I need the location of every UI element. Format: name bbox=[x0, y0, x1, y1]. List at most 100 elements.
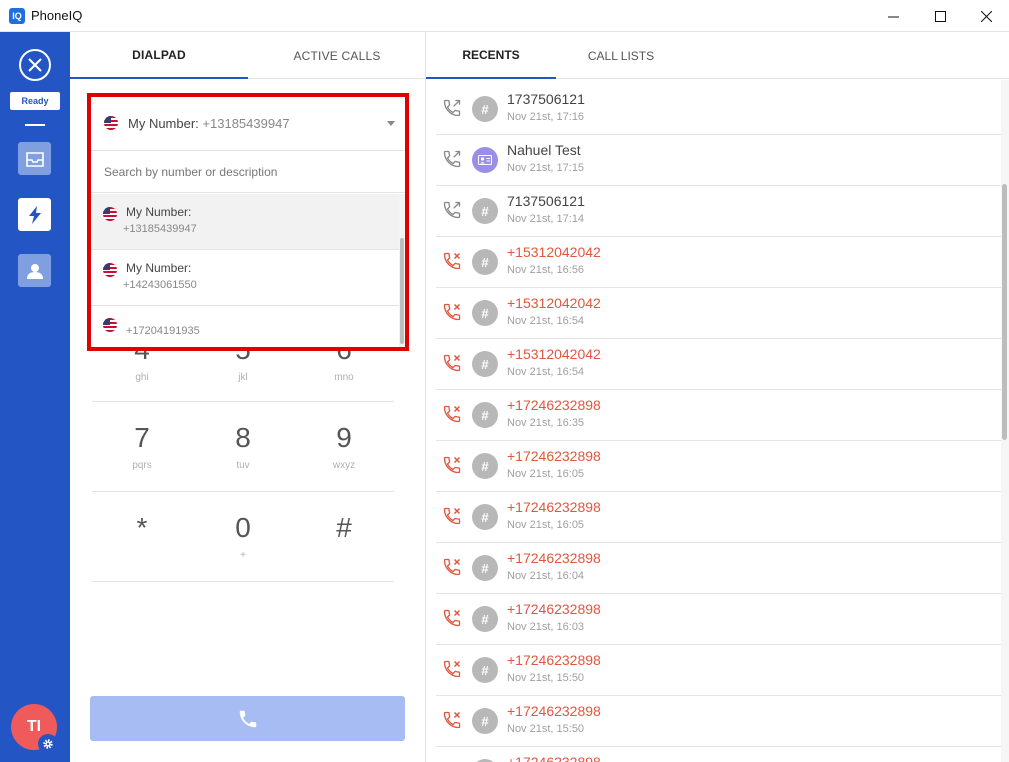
key-8[interactable]: 8 tuv bbox=[193, 402, 293, 471]
hash-icon: # bbox=[472, 708, 498, 734]
scrollbar-thumb[interactable] bbox=[1002, 184, 1007, 440]
keypad-row: * 0 + # bbox=[92, 492, 394, 582]
us-flag-icon bbox=[103, 318, 117, 332]
dropdown-search bbox=[91, 151, 405, 193]
tab-dialpad[interactable]: DIALPAD bbox=[70, 32, 248, 79]
call-time: Nov 21st, 17:15 bbox=[507, 162, 585, 174]
recent-call-row[interactable]: # +15312042042 Nov 21st, 16:54 bbox=[436, 288, 1002, 339]
call-time: Nov 21st, 16:54 bbox=[507, 315, 585, 327]
recent-call-row[interactable]: # +17246232898 Nov 21st, 16:04 bbox=[436, 543, 1002, 594]
call-time: Nov 21st, 17:16 bbox=[507, 111, 585, 123]
option-number: +13185439947 bbox=[123, 223, 197, 235]
contact-name: +17246232898 bbox=[507, 397, 601, 413]
missed-call-icon bbox=[442, 506, 462, 526]
keypad: 4 ghi 5 jkl 6 mno 7 pqrs 8 tuv 9 bbox=[92, 332, 394, 582]
key-hash[interactable]: # bbox=[294, 492, 394, 550]
hash-icon: # bbox=[472, 504, 498, 530]
key-letters: jkl bbox=[238, 372, 248, 383]
key-digit: 0 bbox=[235, 512, 251, 543]
sidebar-close-button[interactable] bbox=[19, 49, 51, 81]
recent-call-row[interactable]: # +17246232898 Nov 21st, 16:05 bbox=[436, 492, 1002, 543]
recent-call-row[interactable]: # +17246232898 Nov 21st, 15:50 bbox=[436, 645, 1002, 696]
recent-call-row[interactable]: # 1737506121 Nov 21st, 17:16 bbox=[436, 84, 1002, 135]
call-time: Nov 21st, 16:04 bbox=[507, 570, 585, 582]
missed-call-icon bbox=[442, 710, 462, 730]
selected-number-label: My Number: bbox=[128, 116, 199, 131]
contact-name: +17246232898 bbox=[507, 703, 601, 719]
settings-button[interactable] bbox=[38, 734, 58, 754]
missed-call-icon bbox=[442, 608, 462, 628]
key-letters: + bbox=[240, 550, 246, 561]
gear-icon bbox=[43, 739, 53, 749]
contact-card-icon bbox=[472, 147, 498, 173]
recent-call-row[interactable]: # 7137506121 Nov 21st, 17:14 bbox=[436, 186, 1002, 237]
key-letters: pqrs bbox=[132, 460, 152, 471]
hash-icon: # bbox=[472, 300, 498, 326]
key-star[interactable]: * bbox=[92, 492, 192, 550]
close-icon bbox=[28, 58, 42, 72]
maximize-button[interactable] bbox=[917, 0, 963, 32]
recent-call-row[interactable]: # +17246232898 Nov 21st, 16:05 bbox=[436, 441, 1002, 492]
dropdown-option[interactable]: +17204191935 bbox=[91, 306, 399, 347]
status-divider bbox=[25, 124, 45, 126]
us-flag-icon bbox=[104, 116, 118, 130]
minimize-icon bbox=[887, 16, 899, 17]
recent-call-row[interactable]: # +17246232898 Nov 21st, 16:35 bbox=[436, 390, 1002, 441]
sidebar: Ready TI bbox=[0, 32, 70, 762]
recent-call-row[interactable]: # +15312042042 Nov 21st, 16:54 bbox=[436, 339, 1002, 390]
recent-call-row[interactable]: Nahuel Test Nov 21st, 17:15 bbox=[436, 135, 1002, 186]
call-time: Nov 21st, 16:35 bbox=[507, 417, 585, 429]
option-number: +17204191935 bbox=[126, 325, 200, 337]
sidebar-item-dialer[interactable] bbox=[18, 198, 51, 231]
key-digit: # bbox=[336, 512, 352, 543]
contact-name: +17246232898 bbox=[507, 652, 601, 668]
contact-name: +15312042042 bbox=[507, 346, 601, 362]
contact-name: +17246232898 bbox=[507, 754, 601, 762]
recent-calls-list: # 1737506121 Nov 21st, 17:16 Nahuel Test… bbox=[436, 84, 1002, 762]
lightning-bolt-icon bbox=[28, 205, 41, 224]
window-title: PhoneIQ bbox=[31, 8, 83, 23]
maximize-icon bbox=[934, 10, 946, 22]
tab-active-calls[interactable]: ACTIVE CALLS bbox=[248, 32, 426, 79]
call-button[interactable] bbox=[90, 696, 405, 741]
sidebar-item-inbox[interactable] bbox=[18, 142, 51, 175]
inbox-icon bbox=[25, 151, 44, 167]
minimize-button[interactable] bbox=[870, 0, 916, 32]
scrollbar-thumb[interactable] bbox=[400, 238, 404, 344]
selected-number-text: My Number: +13185439947 bbox=[128, 116, 290, 131]
dropdown-option[interactable]: My Number: +14243061550 bbox=[91, 250, 399, 306]
call-time: Nov 21st, 17:14 bbox=[507, 213, 585, 225]
recent-call-row[interactable]: # +17246232898 Nov 21st, 15:50 bbox=[436, 696, 1002, 747]
dropdown-options: My Number: +13185439947 My Number: +1424… bbox=[91, 194, 399, 347]
recent-call-row[interactable]: # +15312042042 Nov 21st, 16:56 bbox=[436, 237, 1002, 288]
recent-call-row[interactable]: # +17246232898 Nov 21st, 16:03 bbox=[436, 594, 1002, 645]
recent-call-row[interactable]: # +17246232898 bbox=[436, 747, 1002, 762]
recents-scrollbar[interactable] bbox=[1001, 80, 1009, 762]
user-icon bbox=[26, 263, 43, 279]
close-icon bbox=[980, 10, 992, 22]
dropdown-selected[interactable]: My Number: +13185439947 bbox=[91, 97, 405, 151]
contact-name: Nahuel Test bbox=[507, 142, 581, 158]
key-0[interactable]: 0 + bbox=[193, 492, 293, 561]
contact-name: +15312042042 bbox=[507, 244, 601, 260]
close-window-button[interactable] bbox=[963, 0, 1009, 32]
call-time: Nov 21st, 16:56 bbox=[507, 264, 585, 276]
contact-name: +17246232898 bbox=[507, 499, 601, 515]
key-7[interactable]: 7 pqrs bbox=[92, 402, 192, 471]
recents-tabs: RECENTS CALL LISTS bbox=[426, 32, 1009, 79]
call-time: Nov 21st, 16:05 bbox=[507, 468, 585, 480]
tab-recents[interactable]: RECENTS bbox=[426, 32, 556, 79]
key-9[interactable]: 9 wxyz bbox=[294, 402, 394, 471]
call-time: Nov 21st, 16:54 bbox=[507, 366, 585, 378]
dropdown-option[interactable]: My Number: +13185439947 bbox=[91, 194, 399, 250]
caller-id-dropdown[interactable]: My Number: +13185439947 My Number: +1318… bbox=[87, 93, 409, 351]
hash-icon: # bbox=[472, 96, 498, 122]
sidebar-item-contacts[interactable] bbox=[18, 254, 51, 287]
status-badge[interactable]: Ready bbox=[10, 92, 60, 110]
hash-icon: # bbox=[472, 555, 498, 581]
search-input[interactable] bbox=[104, 163, 384, 181]
key-letters: tuv bbox=[236, 460, 250, 471]
outgoing-call-icon bbox=[442, 200, 462, 220]
dropdown-scrollbar[interactable] bbox=[399, 194, 405, 347]
tab-call-lists[interactable]: CALL LISTS bbox=[556, 32, 686, 79]
